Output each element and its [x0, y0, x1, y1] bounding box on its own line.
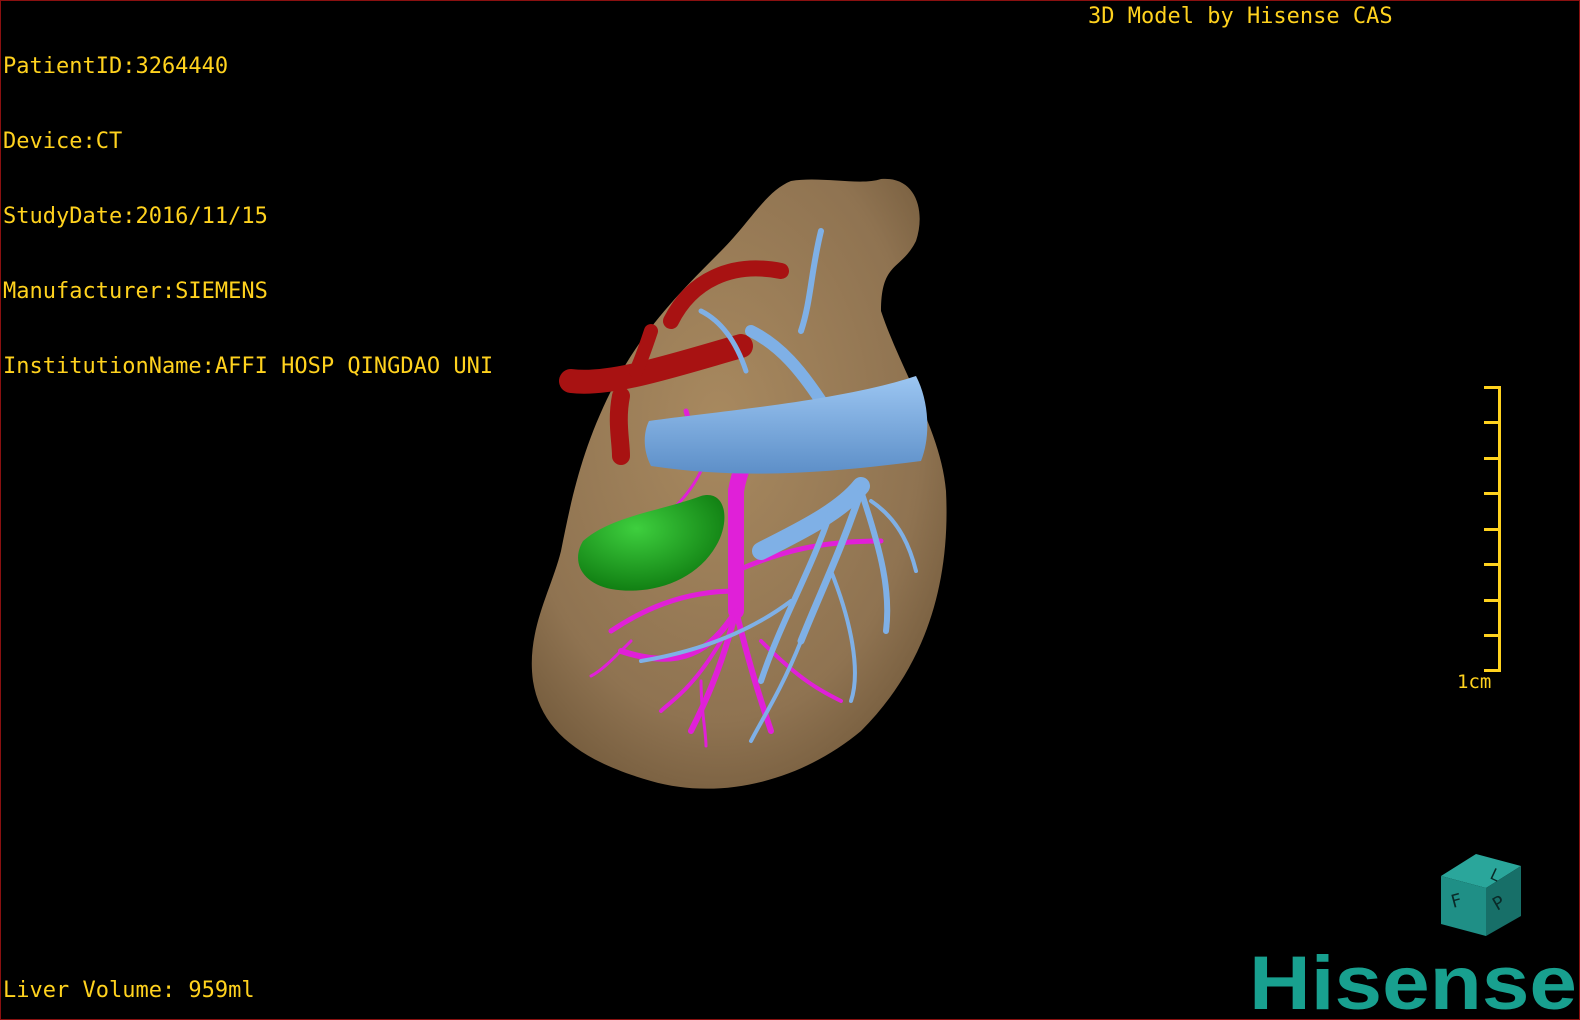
3d-viewport[interactable]: PatientID:3264440 Device:CT StudyDate:20… — [0, 0, 1580, 1020]
manufacturer: Manufacturer:SIEMENS — [3, 279, 268, 304]
scale-tick — [1484, 528, 1498, 531]
orientation-cube[interactable]: F L P — [1431, 846, 1536, 941]
logo-text: Hisense — [1249, 941, 1577, 1020]
scale-label: 1cm — [1457, 671, 1492, 693]
institution-name: InstitutionName:AFFI HOSP QINGDAO UNI — [3, 354, 494, 379]
scale-bar-line — [1498, 386, 1501, 672]
model-credit: 3D Model by Hisense CAS — [1088, 4, 1393, 29]
liver-3d-model[interactable] — [521, 171, 961, 811]
device: Device:CT — [3, 129, 123, 154]
hisense-logo: Hisense — [1249, 941, 1577, 1020]
scale-tick — [1484, 492, 1498, 495]
scale-tick — [1484, 386, 1498, 389]
scale-tick — [1484, 421, 1498, 424]
scale-tick — [1484, 457, 1498, 460]
study-date: StudyDate:2016/11/15 — [3, 204, 268, 229]
dicom-info-panel: PatientID:3264440 Device:CT StudyDate:20… — [3, 4, 493, 429]
scale-tick — [1484, 634, 1498, 637]
liver-volume: Liver Volume: 959ml — [3, 978, 255, 1003]
patient-id: PatientID:3264440 — [3, 54, 229, 79]
scale-tick — [1484, 599, 1498, 602]
scale-tick — [1484, 563, 1498, 566]
